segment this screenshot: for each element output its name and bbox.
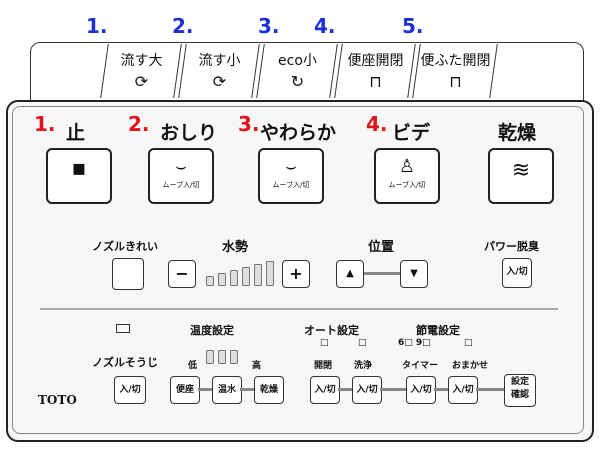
swirl-icon: ↻ xyxy=(290,72,305,91)
flush-large-label: 流す大 xyxy=(120,53,163,69)
main-number-1: 1. xyxy=(34,112,56,136)
temp-low-label: 低 xyxy=(188,361,198,371)
move-toggle-label: ムーブ入/切 xyxy=(388,181,426,189)
temp-level-bar xyxy=(218,350,226,364)
checkbox-icon: □ xyxy=(464,338,473,348)
top-number-2: 2. xyxy=(172,14,194,38)
energy-omakase-button[interactable]: 入/切 xyxy=(448,376,478,404)
checkbox-icon: □ xyxy=(320,338,329,348)
omakase-label: おまかせ xyxy=(452,361,489,371)
brand-logo: TOTO xyxy=(38,393,77,407)
pressure-level-bar xyxy=(254,264,262,286)
open-close-label: 開閉 xyxy=(314,361,333,371)
dry-icon: ≋ xyxy=(511,158,531,183)
bidet-icon: ♙ xyxy=(398,156,416,177)
toilet-lid-icon: ⊓ xyxy=(449,72,462,91)
move-toggle-label: ムーブ入/切 xyxy=(272,181,310,189)
energy-setting-label: 節電設定 xyxy=(416,324,460,337)
temp-level-bar xyxy=(230,350,238,364)
top-number-5: 5. xyxy=(402,14,424,38)
position-label: 位置 xyxy=(368,240,395,255)
move-toggle-label: ムーブ入/切 xyxy=(162,181,200,189)
position-down-button[interactable]: ▼ xyxy=(400,260,428,288)
soft-wash-button[interactable]: ⌣ ムーブ入/切 xyxy=(258,148,324,204)
flush-small-label: 流す小 xyxy=(198,53,241,69)
top-number-1: 1. xyxy=(86,14,108,38)
power-deodorize-button[interactable]: 入/切 xyxy=(502,258,532,288)
swirl-icon: ⟳ xyxy=(212,72,227,91)
stop-label: 止 xyxy=(66,122,86,144)
nozzle-sou-button[interactable]: 入/切 xyxy=(114,376,146,404)
pressure-level-bar xyxy=(242,267,250,286)
temp-high-label: 高 xyxy=(252,361,262,371)
checkbox-icon: □ xyxy=(358,338,367,348)
flush-small-button[interactable]: 流す小 ⟳ xyxy=(178,44,260,98)
position-up-button[interactable]: ▲ xyxy=(336,260,364,288)
eco-small-label: eco小 xyxy=(278,53,317,69)
auto-open-close-button[interactable]: 入/切 xyxy=(310,376,340,404)
lid-open-close-button[interactable]: 便ふた開閉 ⊓ xyxy=(412,44,498,98)
rear-wash-label: おしり xyxy=(160,122,218,144)
pressure-level-bar xyxy=(206,276,214,286)
stop-icon: ▪ xyxy=(71,156,87,181)
temp-setting-label: 温度設定 xyxy=(190,324,234,337)
settings-confirm-button[interactable]: 設定 確認 xyxy=(504,374,536,407)
pressure-level-bar xyxy=(266,261,274,286)
top-number-3: 3. xyxy=(258,14,280,38)
rear-wash-button[interactable]: ⌣ ムーブ入/切 xyxy=(148,148,214,204)
timer-label: タイマー xyxy=(402,361,439,371)
energy-connector xyxy=(434,388,448,391)
settings-confirm-label-2: 確認 xyxy=(510,390,529,400)
battery-icon xyxy=(116,324,130,333)
main-number-2: 2. xyxy=(128,112,150,136)
water-pressure-minus-button[interactable]: − xyxy=(168,260,196,288)
nozzle-clean-label: ノズルきれい xyxy=(92,240,158,253)
main-number-4: 4. xyxy=(366,112,388,136)
energy-connector xyxy=(476,388,504,391)
position-connector xyxy=(364,272,400,275)
main-number-3: 3. xyxy=(238,112,260,136)
flush-large-button[interactable]: 流す大 ⟳ xyxy=(100,44,182,98)
temp-connector xyxy=(198,388,212,391)
seat-open-close-button[interactable]: 便座開閉 ⊓ xyxy=(334,44,416,98)
auto-connector xyxy=(380,388,406,391)
seat-temp-button[interactable]: 便座 xyxy=(170,376,200,404)
bidet-label: ビデ xyxy=(392,122,431,144)
eco-small-button[interactable]: eco小 ↻ xyxy=(256,44,338,98)
lid-open-close-label: 便ふた開閉 xyxy=(420,53,491,69)
seat-open-close-label: 便座開閉 xyxy=(347,53,404,69)
auto-connector xyxy=(338,388,352,391)
temp-level-bar xyxy=(206,350,214,364)
wash-label: 洗浄 xyxy=(354,361,373,371)
pressure-level-bar xyxy=(218,273,226,286)
stop-button[interactable]: ▪ xyxy=(46,148,112,204)
auto-setting-label: オート設定 xyxy=(304,324,359,337)
dry-button[interactable]: ≋ xyxy=(488,148,554,204)
energy-timer-button[interactable]: 入/切 xyxy=(406,376,436,404)
soft-wash-icon: ⌣ xyxy=(285,156,297,177)
divider xyxy=(40,308,558,310)
soft-wash-label: やわらか xyxy=(260,122,337,144)
rear-wash-icon: ⌣ xyxy=(175,156,187,177)
temp-connector xyxy=(240,388,254,391)
toilet-seat-icon: ⊓ xyxy=(369,72,382,91)
water-temp-button[interactable]: 温水 xyxy=(212,376,242,404)
swirl-icon: ⟳ xyxy=(134,72,149,91)
settings-confirm-label-1: 設定 xyxy=(510,377,529,387)
top-number-4: 4. xyxy=(314,14,336,38)
nozzle-sou-label: ノズルそうじ xyxy=(92,356,158,369)
nozzle-clean-button[interactable] xyxy=(112,258,144,290)
dry-label: 乾燥 xyxy=(498,122,537,144)
water-pressure-plus-button[interactable]: + xyxy=(282,260,310,288)
dry-temp-button[interactable]: 乾燥 xyxy=(254,376,284,404)
auto-wash-button[interactable]: 入/切 xyxy=(352,376,382,404)
water-pressure-label: 水勢 xyxy=(222,240,249,255)
power-deodorize-label: パワー脱臭 xyxy=(484,240,539,253)
pressure-level-bar xyxy=(230,270,238,286)
energy-hours-label: 6□ 9□ xyxy=(398,338,431,348)
bidet-button[interactable]: ♙ ムーブ入/切 xyxy=(374,148,440,204)
